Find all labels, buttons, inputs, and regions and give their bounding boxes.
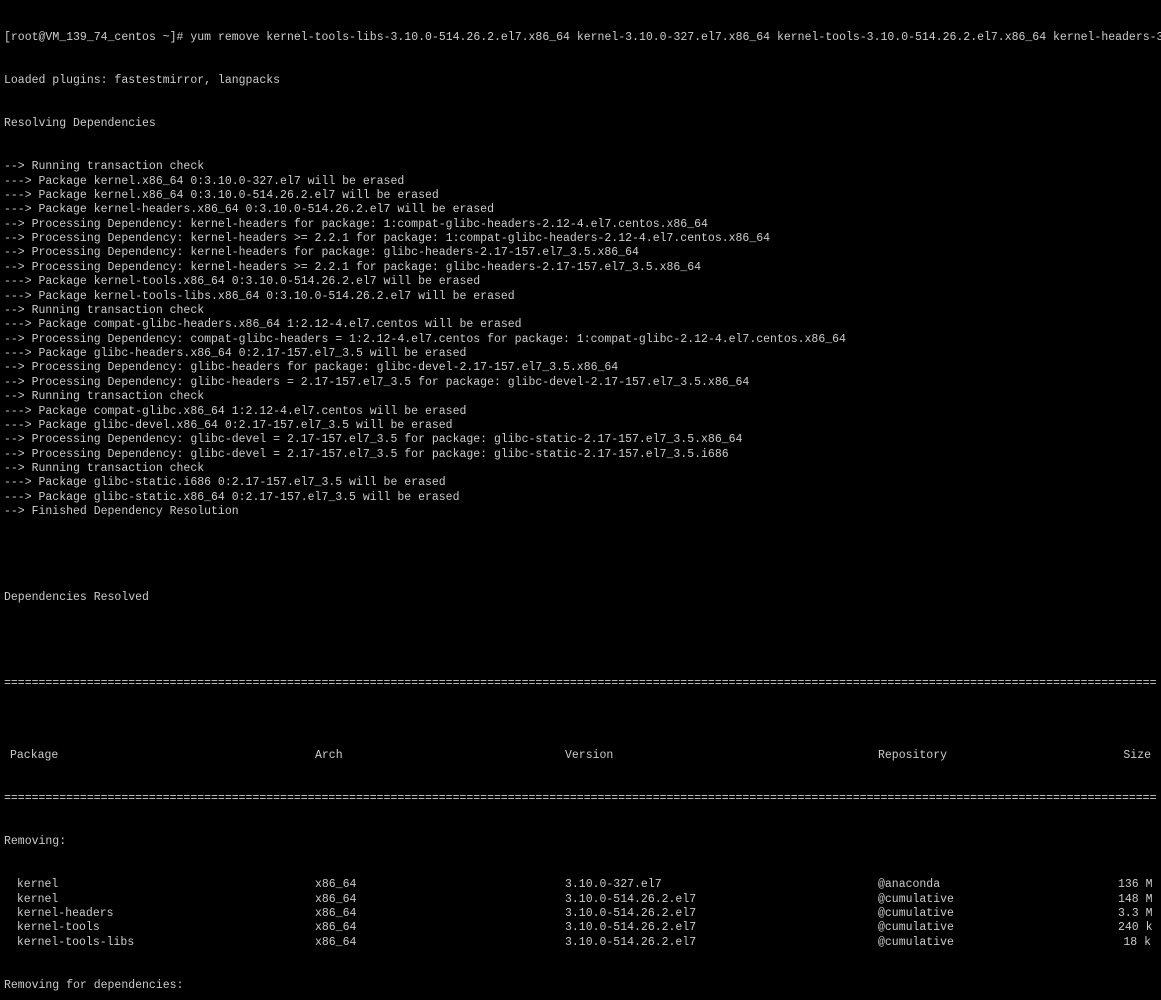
cell-arch: x86_64 (315, 907, 565, 921)
blank-line (4, 548, 1157, 562)
trace-line: ---> Package kernel.x86_64 0:3.10.0-327.… (4, 175, 1157, 189)
trace-line: ---> Package kernel-tools.x86_64 0:3.10.… (4, 275, 1157, 289)
cell-arch: x86_64 (315, 878, 565, 892)
trace-line: --> Running transaction check (4, 160, 1157, 174)
package-table: Package Arch Version Repository Size ===… (4, 720, 1157, 1000)
trace-line: --> Processing Dependency: glibc-devel =… (4, 448, 1157, 462)
removing-label: Removing: (4, 835, 1157, 849)
cell-repo: @anaconda (878, 878, 1118, 892)
trace-line: --> Running transaction check (4, 462, 1157, 476)
trace-line: --> Running transaction check (4, 304, 1157, 318)
removing-rows: kernelx86_643.10.0-327.el7@anaconda136 M… (4, 878, 1157, 950)
cell-pkg: kernel (4, 878, 315, 892)
cell-ver: 3.10.0-327.el7 (565, 878, 878, 892)
cell-size: 18 k (1118, 936, 1157, 950)
table-row: kernelx86_643.10.0-327.el7@anaconda136 M (4, 878, 1157, 892)
cell-arch: x86_64 (315, 893, 565, 907)
table-row: kernel-headersx86_643.10.0-514.26.2.el7@… (4, 907, 1157, 921)
prompt-host: VM_139_74_centos (45, 31, 155, 44)
trace-line: ---> Package glibc-static.x86_64 0:2.17-… (4, 491, 1157, 505)
cell-size: 3.3 M (1118, 907, 1159, 921)
prompt-user: root (11, 31, 39, 44)
command-text: yum remove kernel-tools-libs-3.10.0-514.… (190, 31, 1161, 44)
cell-pkg: kernel-tools-libs (4, 936, 315, 950)
table-header-row: Package Arch Version Repository Size (4, 749, 1157, 763)
trace-line: --> Processing Dependency: kernel-header… (4, 218, 1157, 232)
terminal[interactable]: [root@VM_139_74_centos ~]# yum remove ke… (0, 0, 1161, 1000)
plugins-line: Loaded plugins: fastestmirror, langpacks (4, 74, 1157, 88)
col-header-version: Version (565, 749, 878, 763)
col-header-repository: Repository (878, 749, 1118, 763)
rule-top: ========================================… (4, 677, 1157, 691)
table-row: kernel-tools-libsx86_643.10.0-514.26.2.e… (4, 936, 1157, 950)
trace-line: --> Processing Dependency: glibc-headers… (4, 376, 1157, 390)
resolve-header: Resolving Dependencies (4, 117, 1157, 131)
prompt-line: [root@VM_139_74_centos ~]# yum remove ke… (4, 31, 1157, 45)
table-row: kernelx86_643.10.0-514.26.2.el7@cumulati… (4, 893, 1157, 907)
trace-line: --> Processing Dependency: kernel-header… (4, 232, 1157, 246)
trace-line: --> Processing Dependency: kernel-header… (4, 246, 1157, 260)
trace-line: ---> Package glibc-headers.x86_64 0:2.17… (4, 347, 1157, 361)
trace-line: --> Processing Dependency: compat-glibc-… (4, 333, 1157, 347)
trace-line: --> Processing Dependency: glibc-devel =… (4, 433, 1157, 447)
cell-repo: @cumulative (878, 921, 1118, 935)
dependency-trace: --> Running transaction check---> Packag… (4, 160, 1157, 519)
trace-line: ---> Package glibc-static.i686 0:2.17-15… (4, 476, 1157, 490)
trace-line: --> Processing Dependency: glibc-headers… (4, 361, 1157, 375)
cell-ver: 3.10.0-514.26.2.el7 (565, 936, 878, 950)
table-row: kernel-toolsx86_643.10.0-514.26.2.el7@cu… (4, 921, 1157, 935)
cell-size: 136 M (1118, 878, 1159, 892)
cell-arch: x86_64 (315, 921, 565, 935)
col-header-package: Package (4, 749, 315, 763)
trace-line: --> Processing Dependency: kernel-header… (4, 261, 1157, 275)
trace-line: --> Finished Dependency Resolution (4, 505, 1157, 519)
trace-line: ---> Package compat-glibc-headers.x86_64… (4, 318, 1157, 332)
blank-line (4, 634, 1157, 648)
cell-repo: @cumulative (878, 893, 1118, 907)
cell-pkg: kernel-tools (4, 921, 315, 935)
cell-repo: @cumulative (878, 936, 1118, 950)
cell-arch: x86_64 (315, 936, 565, 950)
cell-pkg: kernel (4, 893, 315, 907)
cell-ver: 3.10.0-514.26.2.el7 (565, 921, 878, 935)
cell-ver: 3.10.0-514.26.2.el7 (565, 907, 878, 921)
col-header-size: Size (1118, 749, 1157, 763)
trace-line: ---> Package kernel-headers.x86_64 0:3.1… (4, 203, 1157, 217)
cell-ver: 3.10.0-514.26.2.el7 (565, 893, 878, 907)
cell-repo: @cumulative (878, 907, 1118, 921)
cell-size: 148 M (1118, 893, 1159, 907)
trace-line: --> Running transaction check (4, 390, 1157, 404)
rule-header: ========================================… (4, 792, 1157, 806)
trace-line: ---> Package kernel-tools-libs.x86_64 0:… (4, 290, 1157, 304)
trace-line: ---> Package compat-glibc.x86_64 1:2.12-… (4, 405, 1157, 419)
removing-deps-label: Removing for dependencies: (4, 979, 1157, 993)
trace-line: ---> Package kernel.x86_64 0:3.10.0-514.… (4, 189, 1157, 203)
col-header-arch: Arch (315, 749, 565, 763)
prompt-cwd: ~ (163, 31, 170, 44)
cell-pkg: kernel-headers (4, 907, 315, 921)
cell-size: 240 k (1118, 921, 1159, 935)
deps-resolved: Dependencies Resolved (4, 591, 1157, 605)
trace-line: ---> Package glibc-devel.x86_64 0:2.17-1… (4, 419, 1157, 433)
